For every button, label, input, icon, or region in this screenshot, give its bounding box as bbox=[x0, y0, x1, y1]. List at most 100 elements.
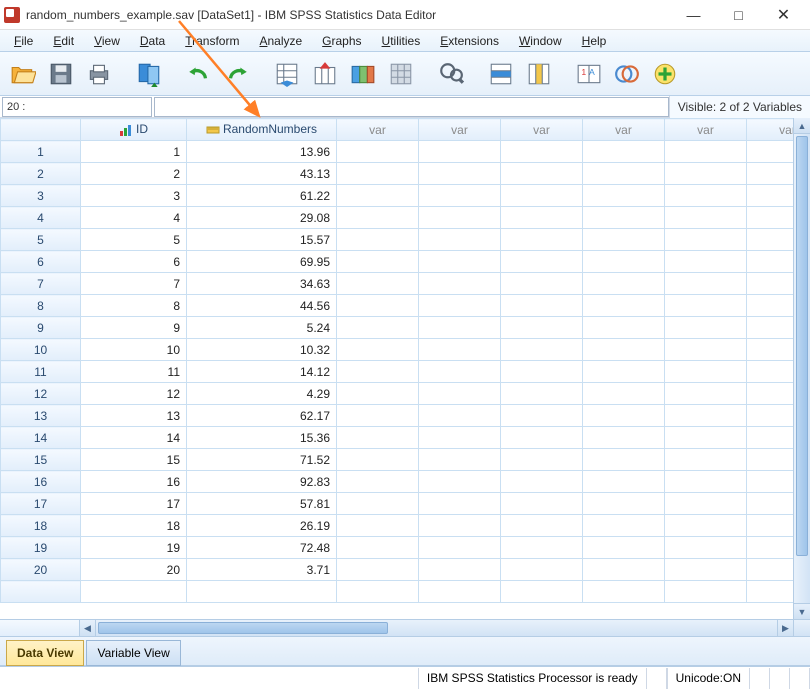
cell-empty[interactable] bbox=[747, 361, 794, 383]
cell-random[interactable]: 4.29 bbox=[187, 383, 337, 405]
menu-graphs[interactable]: Graphs bbox=[312, 32, 371, 50]
cell-random[interactable]: 34.63 bbox=[187, 273, 337, 295]
value-labels-button[interactable]: 1A bbox=[572, 57, 606, 91]
cell-random[interactable]: 57.81 bbox=[187, 493, 337, 515]
row-header[interactable]: 3 bbox=[1, 185, 81, 207]
cell-empty[interactable] bbox=[665, 185, 747, 207]
cell-empty[interactable] bbox=[583, 537, 665, 559]
cell-id[interactable]: 9 bbox=[81, 317, 187, 339]
cell-empty[interactable] bbox=[747, 405, 794, 427]
cell-empty[interactable] bbox=[583, 405, 665, 427]
cell-empty[interactable] bbox=[747, 251, 794, 273]
cell-empty[interactable] bbox=[419, 537, 501, 559]
menu-view[interactable]: View bbox=[84, 32, 130, 50]
cell-empty[interactable] bbox=[747, 273, 794, 295]
cell-empty[interactable] bbox=[501, 295, 583, 317]
cell-empty[interactable] bbox=[337, 251, 419, 273]
table-row[interactable]: 131362.17 bbox=[1, 405, 794, 427]
cell-empty[interactable] bbox=[337, 493, 419, 515]
cell-empty[interactable] bbox=[501, 515, 583, 537]
vertical-scroll-thumb[interactable] bbox=[796, 136, 808, 556]
cell-empty[interactable] bbox=[337, 207, 419, 229]
cell-empty[interactable] bbox=[665, 317, 747, 339]
cell-empty[interactable] bbox=[337, 471, 419, 493]
row-header[interactable]: 11 bbox=[1, 361, 81, 383]
row-header[interactable]: 1 bbox=[1, 141, 81, 163]
cell-random[interactable]: 44.56 bbox=[187, 295, 337, 317]
table-row[interactable]: 2243.13 bbox=[1, 163, 794, 185]
column-header-var-4[interactable]: var bbox=[583, 119, 665, 141]
column-header-var-1[interactable]: var bbox=[337, 119, 419, 141]
open-button[interactable] bbox=[6, 57, 40, 91]
column-header-var-3[interactable]: var bbox=[501, 119, 583, 141]
menu-extensions[interactable]: Extensions bbox=[430, 32, 509, 50]
cell-empty[interactable] bbox=[583, 207, 665, 229]
cell-empty[interactable] bbox=[337, 449, 419, 471]
cell-empty[interactable] bbox=[665, 427, 747, 449]
table-row[interactable]: 141415.36 bbox=[1, 427, 794, 449]
show-all-button[interactable] bbox=[648, 57, 682, 91]
cell-empty[interactable] bbox=[501, 493, 583, 515]
cell-empty[interactable] bbox=[583, 229, 665, 251]
cell-value-input[interactable] bbox=[154, 97, 669, 117]
cell-empty[interactable] bbox=[747, 449, 794, 471]
row-header[interactable]: 5 bbox=[1, 229, 81, 251]
cell-empty[interactable] bbox=[583, 493, 665, 515]
row-header[interactable]: 14 bbox=[1, 427, 81, 449]
cell-empty[interactable] bbox=[501, 361, 583, 383]
row-header[interactable]: 4 bbox=[1, 207, 81, 229]
grid-corner[interactable] bbox=[1, 119, 81, 141]
cell-empty[interactable] bbox=[337, 163, 419, 185]
minimize-button[interactable]: — bbox=[671, 1, 716, 29]
cell-empty[interactable] bbox=[419, 471, 501, 493]
row-header[interactable]: 9 bbox=[1, 317, 81, 339]
cell-random[interactable]: 5.24 bbox=[187, 317, 337, 339]
scroll-left-arrow[interactable]: ◀ bbox=[80, 620, 96, 636]
cell-reference[interactable]: 20 : bbox=[2, 97, 152, 117]
cell-empty[interactable] bbox=[501, 229, 583, 251]
cell-empty[interactable] bbox=[419, 207, 501, 229]
row-header[interactable] bbox=[1, 581, 81, 603]
cell-empty[interactable] bbox=[747, 427, 794, 449]
cell-id[interactable]: 18 bbox=[81, 515, 187, 537]
cell-empty[interactable] bbox=[583, 163, 665, 185]
cell-id[interactable]: 15 bbox=[81, 449, 187, 471]
table-row[interactable]: 3361.22 bbox=[1, 185, 794, 207]
cell-empty[interactable] bbox=[419, 229, 501, 251]
table-row[interactable]: 171757.81 bbox=[1, 493, 794, 515]
cell-empty[interactable] bbox=[419, 383, 501, 405]
redo-button[interactable] bbox=[220, 57, 254, 91]
dialog-recall-button[interactable] bbox=[132, 57, 166, 91]
menu-help[interactable]: Help bbox=[572, 32, 617, 50]
menu-edit[interactable]: Edit bbox=[43, 32, 84, 50]
cell-empty[interactable] bbox=[583, 361, 665, 383]
cell-random[interactable]: 69.95 bbox=[187, 251, 337, 273]
cell-empty[interactable] bbox=[747, 537, 794, 559]
variables-button[interactable] bbox=[346, 57, 380, 91]
cell-empty[interactable] bbox=[747, 339, 794, 361]
insert-variable-button[interactable] bbox=[522, 57, 556, 91]
cell-empty[interactable] bbox=[337, 229, 419, 251]
cell-empty[interactable] bbox=[665, 207, 747, 229]
table-row[interactable]: 1113.96 bbox=[1, 141, 794, 163]
cell-empty[interactable] bbox=[747, 515, 794, 537]
cell-id[interactable]: 17 bbox=[81, 493, 187, 515]
cell-empty[interactable] bbox=[665, 515, 747, 537]
menu-analyze[interactable]: Analyze bbox=[249, 32, 312, 50]
cell-empty[interactable] bbox=[665, 339, 747, 361]
cell-random[interactable]: 62.17 bbox=[187, 405, 337, 427]
cell-empty[interactable] bbox=[337, 515, 419, 537]
cell-empty[interactable] bbox=[501, 449, 583, 471]
cell-empty[interactable] bbox=[747, 295, 794, 317]
scroll-down-arrow[interactable]: ▼ bbox=[794, 603, 810, 619]
cell-empty[interactable] bbox=[501, 273, 583, 295]
row-header[interactable]: 15 bbox=[1, 449, 81, 471]
cell-empty[interactable] bbox=[583, 427, 665, 449]
table-row[interactable]: 161692.83 bbox=[1, 471, 794, 493]
cell-empty[interactable] bbox=[747, 163, 794, 185]
cell-empty[interactable] bbox=[747, 141, 794, 163]
cell-id[interactable]: 2 bbox=[81, 163, 187, 185]
cell-random[interactable]: 71.52 bbox=[187, 449, 337, 471]
column-header-var-6[interactable]: var bbox=[747, 119, 794, 141]
cell-random[interactable]: 3.71 bbox=[187, 559, 337, 581]
